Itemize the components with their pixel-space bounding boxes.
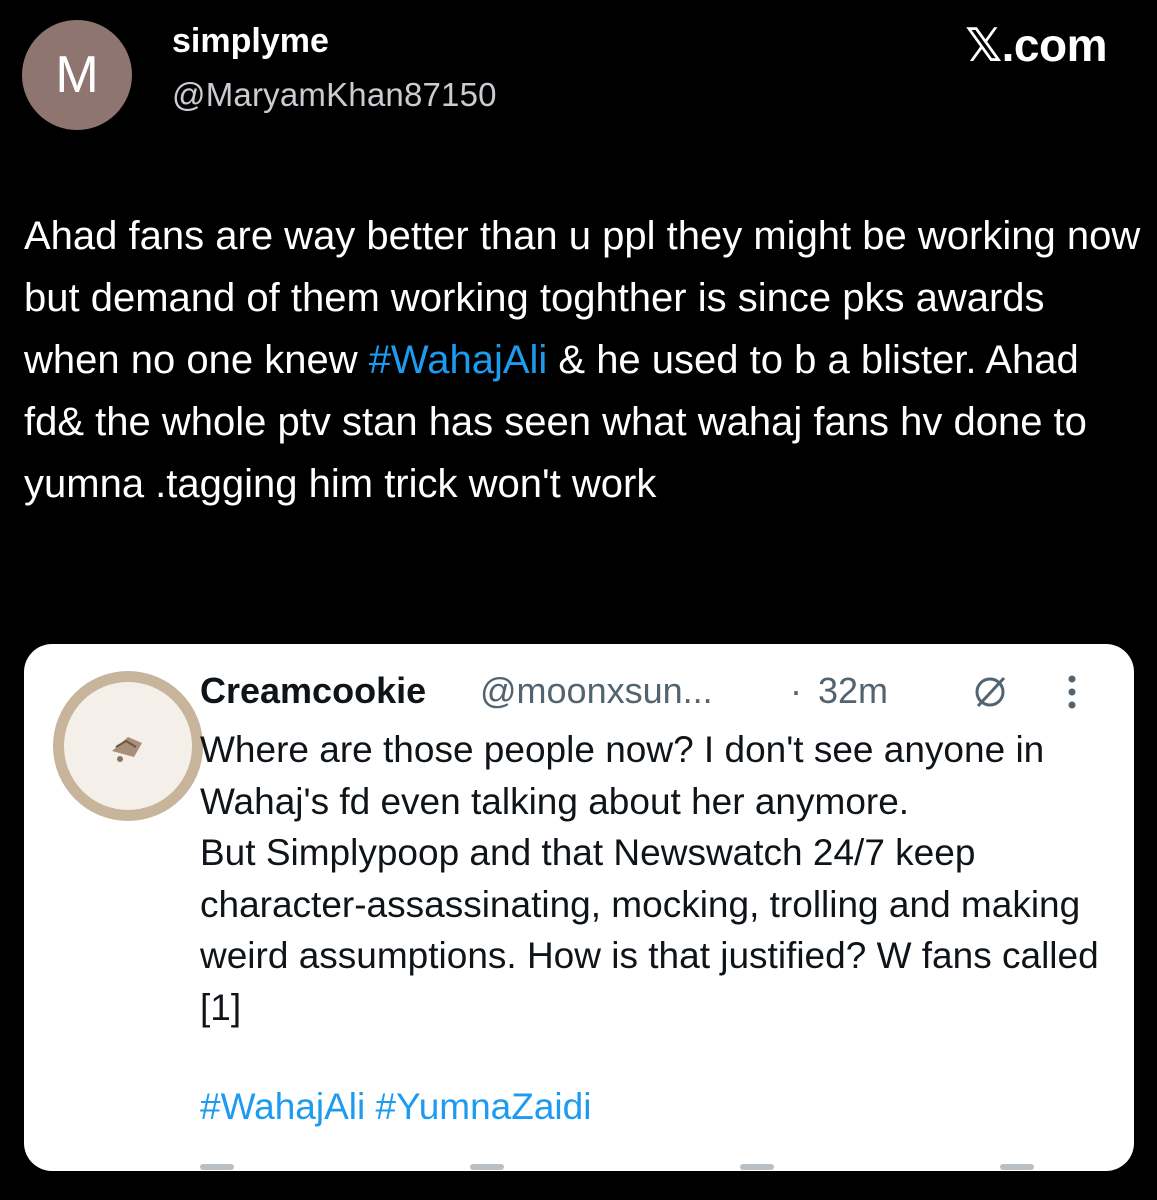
tweet-text: Ahad fans are way better than u ppl they…: [24, 205, 1144, 515]
quoted-action-bar: [200, 1164, 1040, 1171]
quoted-handle[interactable]: @moonxsun...: [480, 670, 713, 712]
grok-icon[interactable]: [970, 672, 1010, 712]
quoted-header: Creamcookie @moonxsun... · 32m: [200, 666, 1100, 716]
quoted-display-name[interactable]: Creamcookie: [200, 670, 426, 712]
hashtag-link[interactable]: #WahajAli: [369, 338, 548, 382]
quoted-avatar-image: [64, 682, 192, 810]
share-icon[interactable]: [1000, 1164, 1034, 1170]
user-handle[interactable]: @MaryamKhan87150: [172, 76, 497, 114]
avatar-initial: M: [55, 46, 99, 104]
quoted-hashtags[interactable]: #WahajAli #YumnaZaidi: [200, 1086, 591, 1128]
retweet-icon[interactable]: [470, 1164, 504, 1170]
quoted-avatar[interactable]: [53, 671, 203, 821]
quoted-tweet-text: Where are those people now? I don't see …: [200, 729, 1099, 1028]
reply-icon[interactable]: [200, 1164, 234, 1170]
quoted-avatar-picture-icon: [112, 737, 142, 762]
quoted-tweet-card[interactable]: Creamcookie @moonxsun... · 32m Where are…: [24, 644, 1134, 1171]
tweet-screenshot: M simplyme @MaryamKhan87150 𝕏.com Ahad f…: [0, 0, 1157, 1200]
display-name[interactable]: simplyme: [172, 22, 329, 61]
more-options-icon[interactable]: [1065, 672, 1079, 712]
avatar[interactable]: M: [22, 20, 132, 130]
like-icon[interactable]: [740, 1164, 774, 1170]
quoted-timestamp[interactable]: 32m: [818, 670, 888, 712]
separator-dot: ·: [790, 670, 802, 711]
x-logo: 𝕏.com: [965, 19, 1107, 71]
